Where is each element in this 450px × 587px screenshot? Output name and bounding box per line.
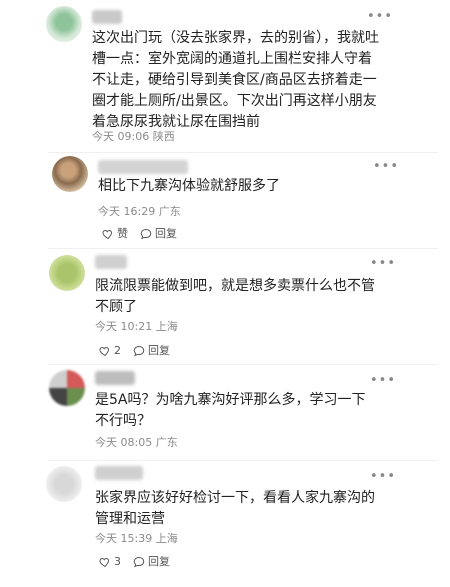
heart-icon [99,557,110,568]
comment-text: 是5A吗？为啥九寨沟好评那么多，学习一下不行吗？ [95,392,366,429]
like-button[interactable]: 3 [99,555,121,569]
comment-time: 今天 09:06 [92,130,150,143]
username[interactable] [92,10,122,24]
avatar[interactable] [46,6,82,42]
comment-item: ••• 张家界应该好好检讨一下，看看人家九寨沟的管理和运营 今天 15:39 上… [0,462,450,587]
divider [48,248,438,249]
avatar[interactable] [49,255,85,291]
comment-text: 相比下九寨沟体验就舒服多了 [98,178,280,194]
like-button[interactable]: 2 [99,344,121,358]
comment-bubble-icon [133,345,145,357]
comment-item: ••• 限流限票能做到吧，就是想多卖票什么也不管不顾了 今天 10:21 上海 … [0,250,450,362]
divider [48,460,438,461]
reply-label: 回复 [155,227,177,240]
comment-actions: 3 回复 [99,555,170,569]
avatar[interactable] [49,370,85,406]
comment-bubble-icon [133,556,145,568]
comment-item: ••• 相比下九寨沟体验就舒服多了 今天 16:29 广东 赞 回复 [0,154,450,246]
like-count: 2 [114,344,121,357]
comment-meta: 今天 09:06 陕西 [92,130,175,144]
divider [48,152,438,153]
more-dots-icon[interactable]: ••• [370,374,396,387]
comment-meta: 今天 16:29 广东 [98,205,181,219]
username[interactable] [95,255,127,269]
comment-meta: 今天 08:05 广东 [95,436,178,450]
like-label: 赞 [117,227,128,240]
comment-bubble-icon [140,228,152,240]
more-dots-icon[interactable]: ••• [367,10,393,23]
comment-actions: 2 回复 [99,344,170,358]
reply-label: 回复 [148,555,170,568]
more-dots-icon[interactable]: ••• [370,470,396,483]
comment-time: 今天 16:29 [98,205,156,218]
comment-location: 广东 [155,436,178,449]
more-dots-icon[interactable]: ••• [373,160,399,173]
heart-icon [99,346,110,357]
reply-button[interactable]: 回复 [133,555,170,569]
comment-actions: 赞 回复 [102,227,177,241]
divider [48,364,438,365]
username[interactable] [95,466,143,480]
heart-icon [102,229,113,240]
comment-time: 今天 08:05 [95,436,153,449]
comment-item: ••• 这次出门玩（没去张家界，去的别省），我就吐槽一点：室外宽阔的通道扎上围栏… [0,0,450,150]
like-button[interactable]: 赞 [102,227,128,241]
comment-location: 上海 [155,320,178,333]
avatar[interactable] [46,466,82,502]
reply-label: 回复 [148,344,170,357]
comment-location: 上海 [155,532,178,545]
comment-meta: 今天 15:39 上海 [95,532,178,546]
like-count: 3 [114,555,121,568]
comment-item: ••• 是5A吗？为啥九寨沟好评那么多，学习一下不行吗？ 今天 08:05 广东 [0,366,450,458]
comment-time: 今天 10:21 [95,320,153,333]
comment-time: 今天 15:39 [95,532,153,545]
comment-text: 这次出门玩（没去张家界，去的别省），我就吐槽一点：室外宽阔的通道扎上围栏安排人守… [92,30,379,130]
more-dots-icon[interactable]: ••• [370,257,396,270]
avatar[interactable] [52,156,88,192]
comment-location: 广东 [158,205,181,218]
reply-button[interactable]: 回复 [140,227,177,241]
username[interactable] [98,160,188,174]
comment-text: 限流限票能做到吧，就是想多卖票什么也不管不顾了 [95,278,375,315]
comment-text: 张家界应该好好检讨一下，看看人家九寨沟的管理和运营 [95,490,375,527]
username[interactable] [95,371,135,385]
comment-meta: 今天 10:21 上海 [95,320,178,334]
reply-button[interactable]: 回复 [133,344,170,358]
comment-location: 陕西 [152,130,175,143]
